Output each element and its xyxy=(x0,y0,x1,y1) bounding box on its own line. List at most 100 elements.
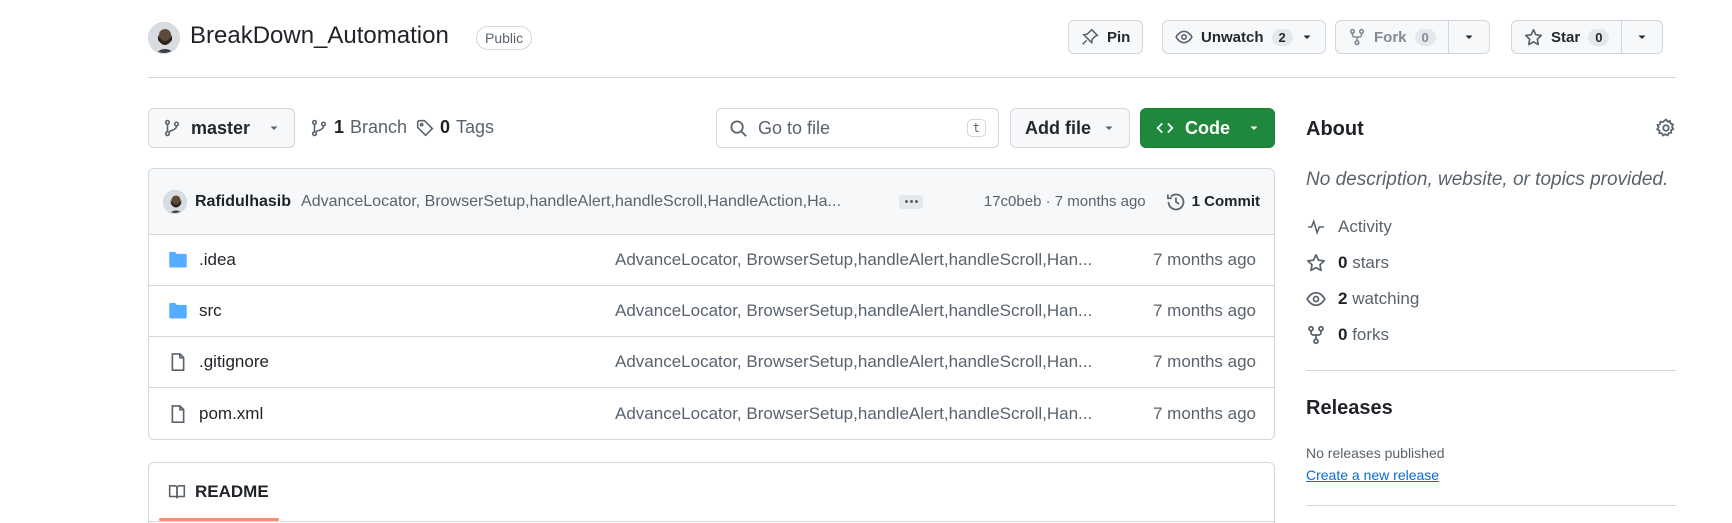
fork-icon xyxy=(1306,325,1326,345)
forks-label: forks xyxy=(1352,325,1390,344)
watchers-link[interactable]: 2 watching xyxy=(1306,289,1419,309)
forks-link[interactable]: 0 forks xyxy=(1306,325,1389,345)
activity-label: Activity xyxy=(1338,217,1392,236)
chevron-down-icon xyxy=(1636,31,1648,43)
eye-icon xyxy=(1306,289,1326,309)
repo-name[interactable]: BreakDown_Automation xyxy=(190,22,449,50)
header-divider xyxy=(148,77,1676,78)
branch-selector[interactable]: master xyxy=(148,108,295,148)
file-commit-message[interactable]: AdvanceLocator, BrowserSetup,handleAlert… xyxy=(615,250,1095,270)
commit-history-link[interactable]: 1 Commit xyxy=(1166,192,1260,212)
commit-message[interactable]: AdvanceLocator, BrowserSetup,handleAlert… xyxy=(301,193,881,211)
branches-link[interactable]: 1 Branch xyxy=(310,117,407,138)
no-releases-text: No releases published xyxy=(1306,445,1445,461)
code-button[interactable]: Code xyxy=(1140,108,1275,148)
star-label: Star xyxy=(1551,28,1581,46)
visibility-badge: Public xyxy=(476,26,533,50)
file-list: .idea AdvanceLocator, BrowserSetup,handle… xyxy=(149,235,1274,439)
search-placeholder: Go to file xyxy=(758,117,831,138)
file-commit-message[interactable]: AdvanceLocator, BrowserSetup,handleAlert… xyxy=(615,404,1095,424)
create-release-link[interactable]: Create a new release xyxy=(1306,467,1439,483)
chevron-down-icon xyxy=(1248,122,1260,134)
branch-name: master xyxy=(191,117,251,138)
pin-label: Pin xyxy=(1107,28,1131,46)
file-row[interactable]: .gitignore AdvanceLocator, BrowserSetup,h… xyxy=(149,337,1274,388)
releases-heading[interactable]: Releases xyxy=(1306,397,1393,420)
file-name-link[interactable]: src xyxy=(199,301,615,321)
tag-icon xyxy=(416,119,434,137)
sidebar-divider xyxy=(1306,505,1676,506)
branch-icon xyxy=(310,119,328,137)
file-name-link[interactable]: .gitignore xyxy=(199,352,615,372)
star-icon xyxy=(1306,253,1326,273)
stars-link[interactable]: 0 stars xyxy=(1306,253,1389,273)
folder-icon xyxy=(167,301,189,321)
fork-label: Fork xyxy=(1374,28,1407,46)
history-icon xyxy=(1166,192,1186,212)
pin-icon xyxy=(1081,28,1099,46)
folder-icon xyxy=(167,250,189,270)
owner-avatar[interactable] xyxy=(148,22,180,54)
book-icon xyxy=(167,483,187,501)
branch-count-label: Branch xyxy=(350,117,408,137)
chevron-down-icon[interactable] xyxy=(1301,31,1313,43)
file-row[interactable]: src AdvanceLocator, BrowserSetup,handleAl… xyxy=(149,286,1274,337)
fork-counter: 0 xyxy=(1414,28,1436,46)
file-commit-date: 7 months ago xyxy=(1152,352,1256,371)
commit-author-avatar[interactable] xyxy=(163,189,187,214)
fork-button[interactable]: Fork 0 xyxy=(1336,21,1448,53)
commit-count: 1 Commit xyxy=(1191,193,1260,210)
gear-icon[interactable] xyxy=(1656,118,1676,138)
commit-sha-time[interactable]: 17c0beb · 7 months ago xyxy=(984,193,1146,210)
fork-button-group[interactable]: Fork 0 xyxy=(1335,20,1490,54)
readme-tab[interactable]: README xyxy=(149,463,1274,521)
file-commit-date: 7 months ago xyxy=(1152,403,1256,423)
file-icon xyxy=(167,404,189,424)
activity-link[interactable]: Activity xyxy=(1306,217,1392,237)
file-row[interactable]: pom.xml AdvanceLocator, BrowserSetup,hand… xyxy=(149,388,1274,439)
tags-link[interactable]: 0 Tags xyxy=(416,117,494,138)
sidebar-divider xyxy=(1306,370,1676,371)
latest-commit-bar: Rafidulhasib AdvanceLocator, BrowserSetu… xyxy=(149,169,1274,235)
stars-count: 0 xyxy=(1338,253,1348,272)
fork-dropdown-button[interactable] xyxy=(1449,21,1489,53)
file-browser: Rafidulhasib AdvanceLocator, BrowserSetu… xyxy=(148,168,1275,440)
commit-author[interactable]: Rafidulhasib xyxy=(195,193,291,211)
chevron-down-icon xyxy=(268,122,280,134)
pin-button[interactable]: Pin xyxy=(1068,20,1144,54)
expand-commit-message-button[interactable] xyxy=(899,194,924,209)
branch-icon xyxy=(163,119,181,137)
readme-label: README xyxy=(195,482,269,501)
about-heading: About xyxy=(1306,118,1364,140)
star-button[interactable]: Star 0 xyxy=(1512,21,1621,53)
file-commit-message[interactable]: AdvanceLocator, BrowserSetup,handleAlert… xyxy=(615,301,1095,321)
go-to-file-input[interactable]: Go to file t xyxy=(716,108,999,148)
file-commit-date: 7 months ago xyxy=(1152,250,1256,269)
stars-label: stars xyxy=(1352,253,1390,272)
fork-icon xyxy=(1348,28,1366,46)
forks-count: 0 xyxy=(1338,325,1348,344)
unwatch-button[interactable]: Unwatch 2 xyxy=(1162,20,1326,54)
repo-description: No description, website, or topics provi… xyxy=(1306,169,1669,190)
code-label: Code xyxy=(1185,117,1230,138)
file-name-link[interactable]: pom.xml xyxy=(199,404,615,424)
file-commit-message[interactable]: AdvanceLocator, BrowserSetup,handleAlert… xyxy=(615,352,1095,372)
star-button-group[interactable]: Star 0 xyxy=(1511,20,1664,54)
unwatch-label: Unwatch xyxy=(1201,28,1264,46)
shortcut-hint: t xyxy=(966,119,986,137)
watching-count: 2 xyxy=(1338,289,1348,308)
file-name-link[interactable]: .idea xyxy=(199,250,615,270)
file-icon xyxy=(167,352,189,372)
star-icon xyxy=(1524,28,1543,47)
tag-count: 0 xyxy=(440,117,451,137)
star-dropdown-button[interactable] xyxy=(1622,21,1662,53)
watch-counter: 2 xyxy=(1271,28,1293,46)
pulse-icon xyxy=(1306,218,1326,236)
file-commit-date: 7 months ago xyxy=(1152,301,1256,320)
tag-count-label: Tags xyxy=(456,117,495,137)
add-file-button[interactable]: Add file xyxy=(1010,108,1130,148)
chevron-down-icon xyxy=(1103,122,1115,134)
file-row[interactable]: .idea AdvanceLocator, BrowserSetup,handle… xyxy=(149,235,1274,286)
chevron-down-icon xyxy=(1463,31,1475,43)
watching-label: watching xyxy=(1352,289,1420,308)
